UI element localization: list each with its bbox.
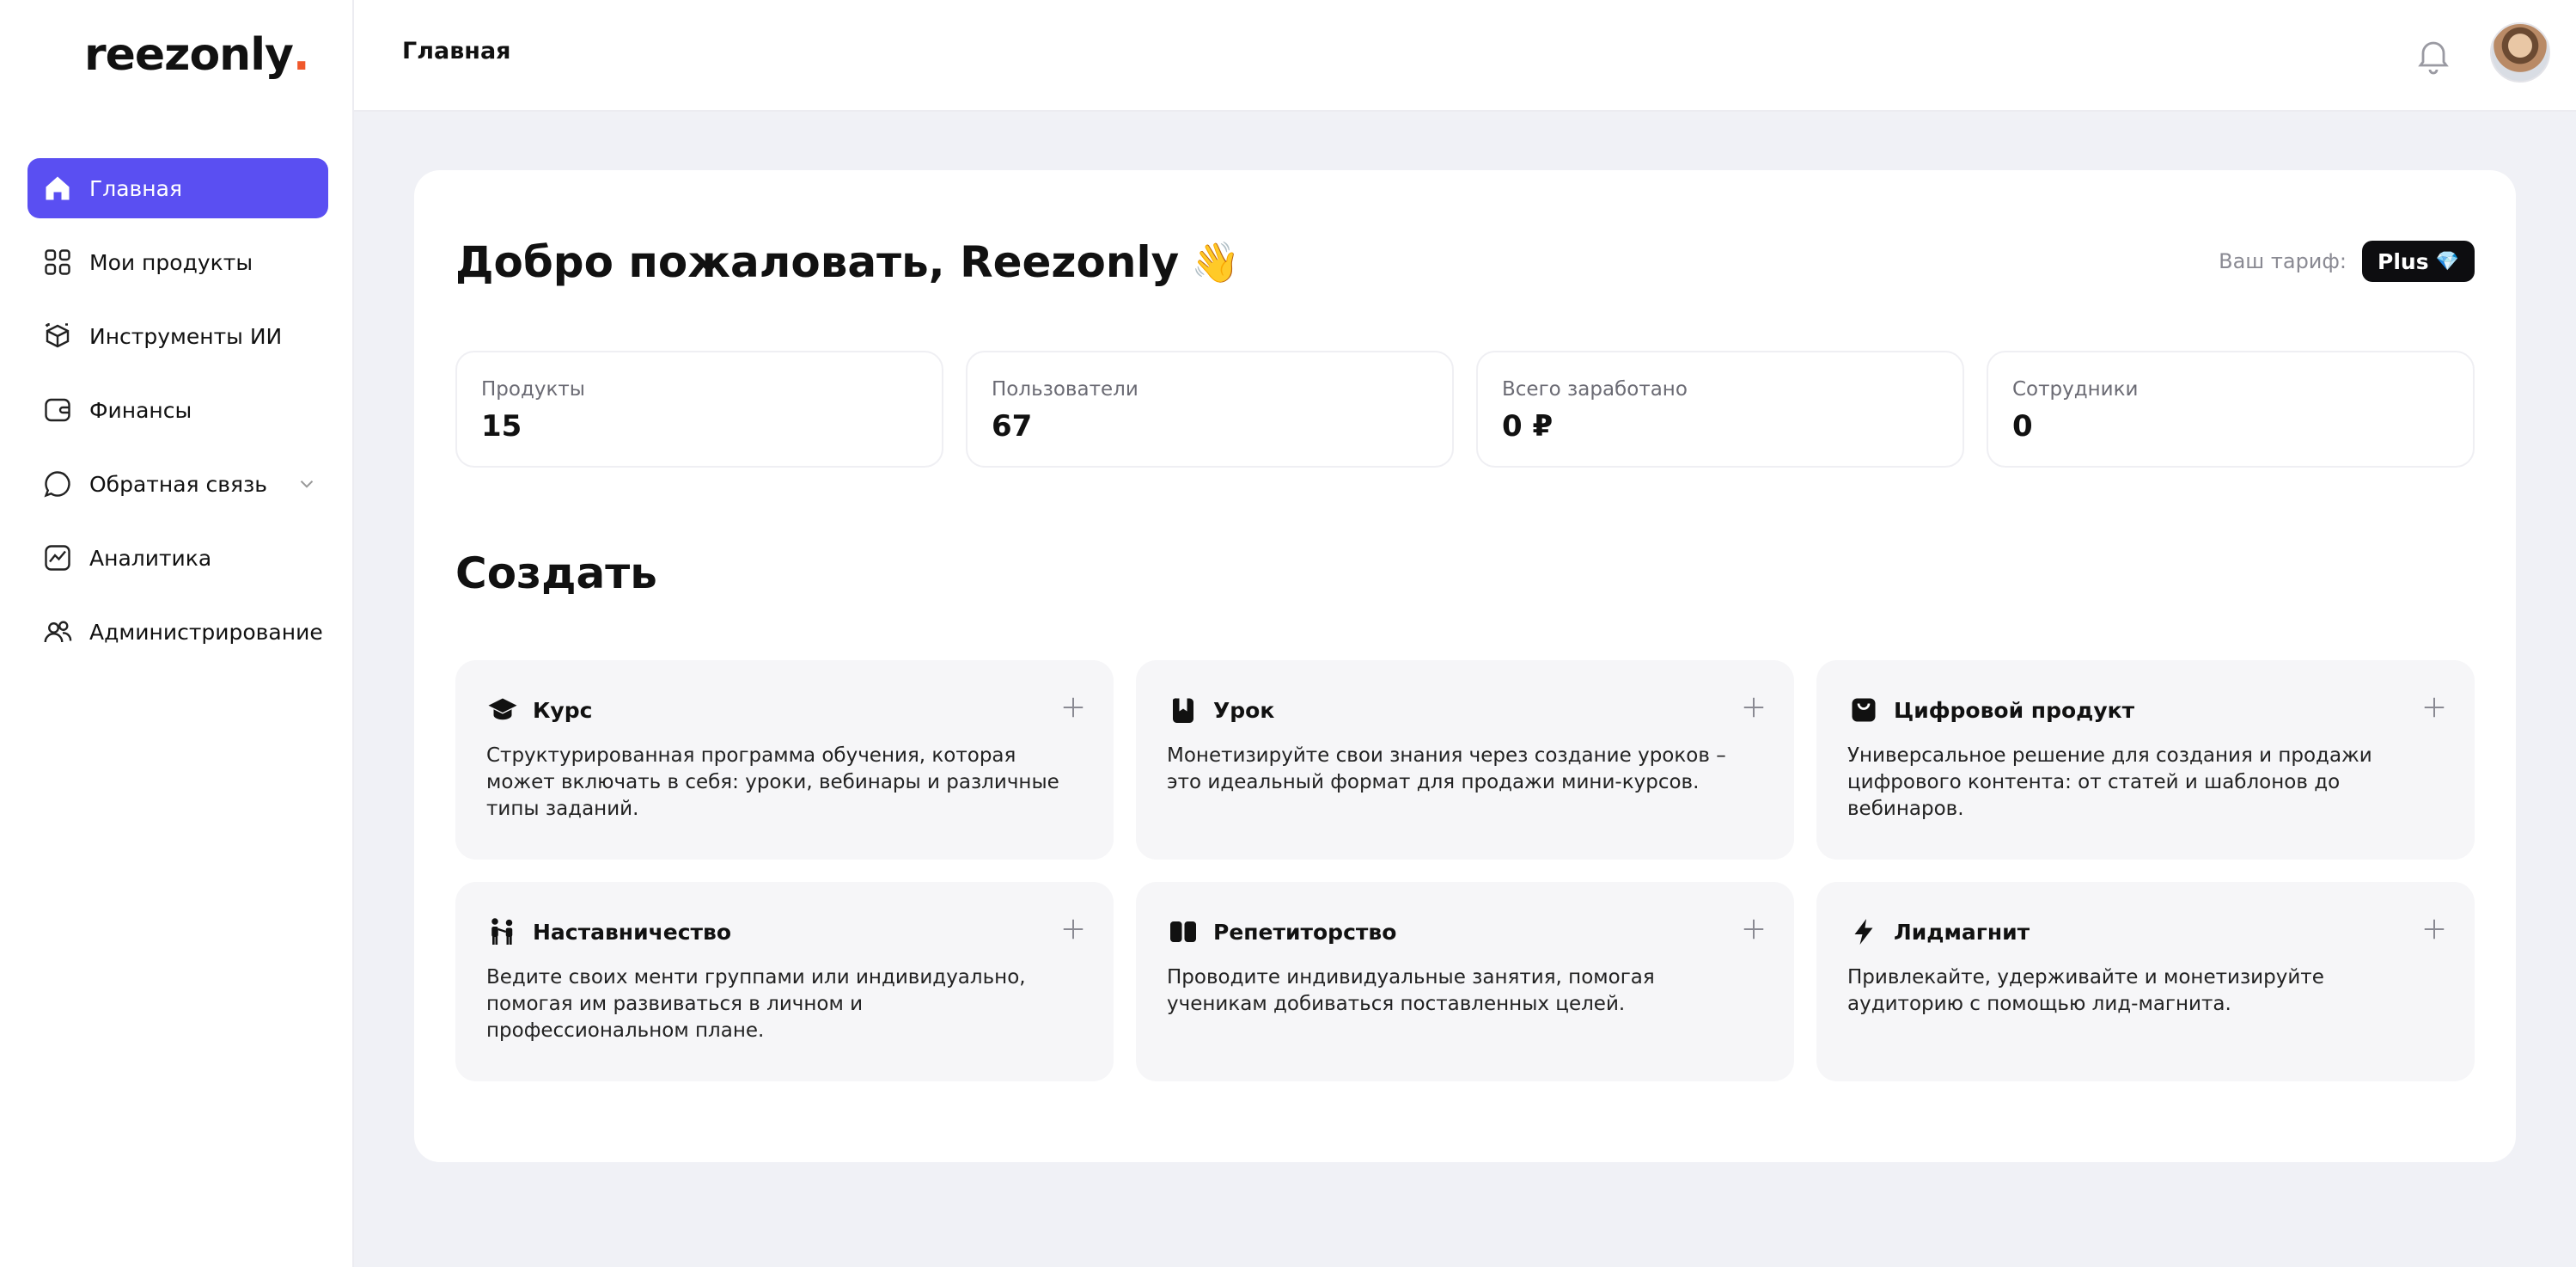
app-root: reezonly. Главная Мои продукты Инструмен… [0,0,2576,1267]
avatar[interactable] [2490,22,2550,83]
ai-cube-icon [41,320,74,352]
dashboard-card: Добро пожаловать, Reezonly 👋 Ваш тариф: … [414,170,2516,1162]
plus-icon[interactable] [1060,916,1086,942]
create-tutoring-tile[interactable]: Репетиторство Проводите индивидуальные з… [1136,882,1794,1081]
stat-card-earned: Всего заработано 0 ₽ [1476,351,1964,468]
users-icon [41,615,74,648]
stat-card-employees: Сотрудники 0 [1987,351,2475,468]
sidebar-item-label: Мои продукты [89,249,253,275]
plus-icon[interactable] [1741,916,1767,942]
plus-icon[interactable] [2421,916,2447,942]
top-bar: Главная [354,0,2576,112]
stat-value: 0 [2012,409,2033,444]
sidebar-item-label: Главная [89,175,182,201]
sidebar-item-label: Обратная связь [89,471,268,497]
create-course-tile[interactable]: Курс Структурированная программа обучени… [455,660,1114,860]
sidebar-item-label: Инструменты ИИ [89,323,283,349]
grid-icon [41,246,74,278]
sidebar-item-administration[interactable]: Администрирование [27,602,328,662]
stat-label: Пользователи [992,378,1138,401]
tile-description: Структурированная программа обучения, ко… [486,744,1059,820]
tile-title: Урок [1213,697,1275,723]
analytics-chart-icon [41,542,74,574]
sidebar-item-finance[interactable]: Финансы [27,380,328,440]
plan-badge[interactable]: Plus 💎 [2362,241,2475,282]
stat-value: 0 ₽ [1502,409,1554,444]
chat-bubble-icon [41,468,74,500]
stat-label: Продукты [481,378,585,401]
plan-name: Plus [2378,248,2429,274]
sidebar-item-my-products[interactable]: Мои продукты [27,232,328,292]
welcome-text: Добро пожаловать, Reezonly [455,237,1180,287]
plus-icon[interactable] [1060,695,1086,720]
sidebar-item-label: Администрирование [89,619,323,645]
mentorship-icon [486,915,519,948]
sidebar-item-home[interactable]: Главная [27,158,328,218]
tile-description: Монетизируйте свои знания через создание… [1167,744,1726,793]
stat-card-products: Продукты 15 [455,351,943,468]
lesson-icon [1167,694,1199,726]
open-book-icon [1167,915,1199,948]
home-icon [41,172,74,205]
tile-description: Проводите индивидуальные занятия, помога… [1167,966,1655,1015]
sidebar-item-feedback[interactable]: Обратная связь [27,454,328,514]
welcome-heading: Добро пожаловать, Reezonly 👋 [455,237,1240,287]
chevron-down-icon[interactable] [296,473,318,495]
stat-value: 67 [992,409,1033,444]
stats-row: Продукты 15 Пользователи 67 Всего зарабо… [455,351,2475,468]
wave-emoji: 👋 [1191,238,1241,285]
tile-title: Цифровой продукт [1894,697,2135,723]
sidebar-item-ai-tools[interactable]: Инструменты ИИ [27,306,328,366]
page-title: Главная [402,38,511,64]
tile-title: Наставничество [533,919,732,945]
graduation-cap-icon [486,694,519,726]
create-lesson-tile[interactable]: Урок Монетизируйте свои знания через соз… [1136,660,1794,860]
logo[interactable]: reezonly. [84,26,310,84]
tile-description: Универсальное решение для создания и про… [1847,744,2372,820]
tile-title: Курс [533,697,593,723]
plan-indicator: Ваш тариф: Plus 💎 [2219,241,2475,282]
tile-title: Репетиторство [1213,919,1397,945]
lightning-icon [1847,915,1880,948]
shopping-bag-icon [1847,694,1880,726]
create-lead-magnet-tile[interactable]: Лидмагнит Привлекайте, удерживайте и мон… [1816,882,2475,1081]
stat-label: Сотрудники [2012,378,2139,401]
wallet-icon [41,394,74,426]
plus-icon[interactable] [2421,695,2447,720]
sidebar: reezonly. Главная Мои продукты Инструмен… [0,0,354,1267]
plan-label: Ваш тариф: [2219,249,2347,273]
sidebar-item-label: Аналитика [89,545,212,571]
stat-card-users: Пользователи 67 [966,351,1454,468]
bell-icon[interactable] [2413,34,2454,76]
sidebar-item-label: Финансы [89,397,192,423]
logo-dot: . [292,29,310,81]
tile-description: Привлекайте, удерживайте и монетизируйте… [1847,966,2324,1015]
stat-value: 15 [481,409,522,444]
sidebar-nav: Главная Мои продукты Инструменты ИИ Фина… [27,158,328,676]
create-mentorship-tile[interactable]: Наставничество Ведите своих менти группа… [455,882,1114,1081]
create-grid: Курс Структурированная программа обучени… [455,660,2475,1081]
create-heading: Создать [455,548,657,598]
stat-label: Всего заработано [1502,378,1688,401]
create-digital-product-tile[interactable]: Цифровой продукт Универсальное решение д… [1816,660,2475,860]
tile-title: Лидмагнит [1894,919,2030,945]
logo-text: reezonly [84,29,294,81]
gem-icon: 💎 [2435,250,2459,272]
tile-description: Ведите своих менти группами или индивиду… [486,966,1026,1042]
plus-icon[interactable] [1741,695,1767,720]
sidebar-item-analytics[interactable]: Аналитика [27,528,328,588]
